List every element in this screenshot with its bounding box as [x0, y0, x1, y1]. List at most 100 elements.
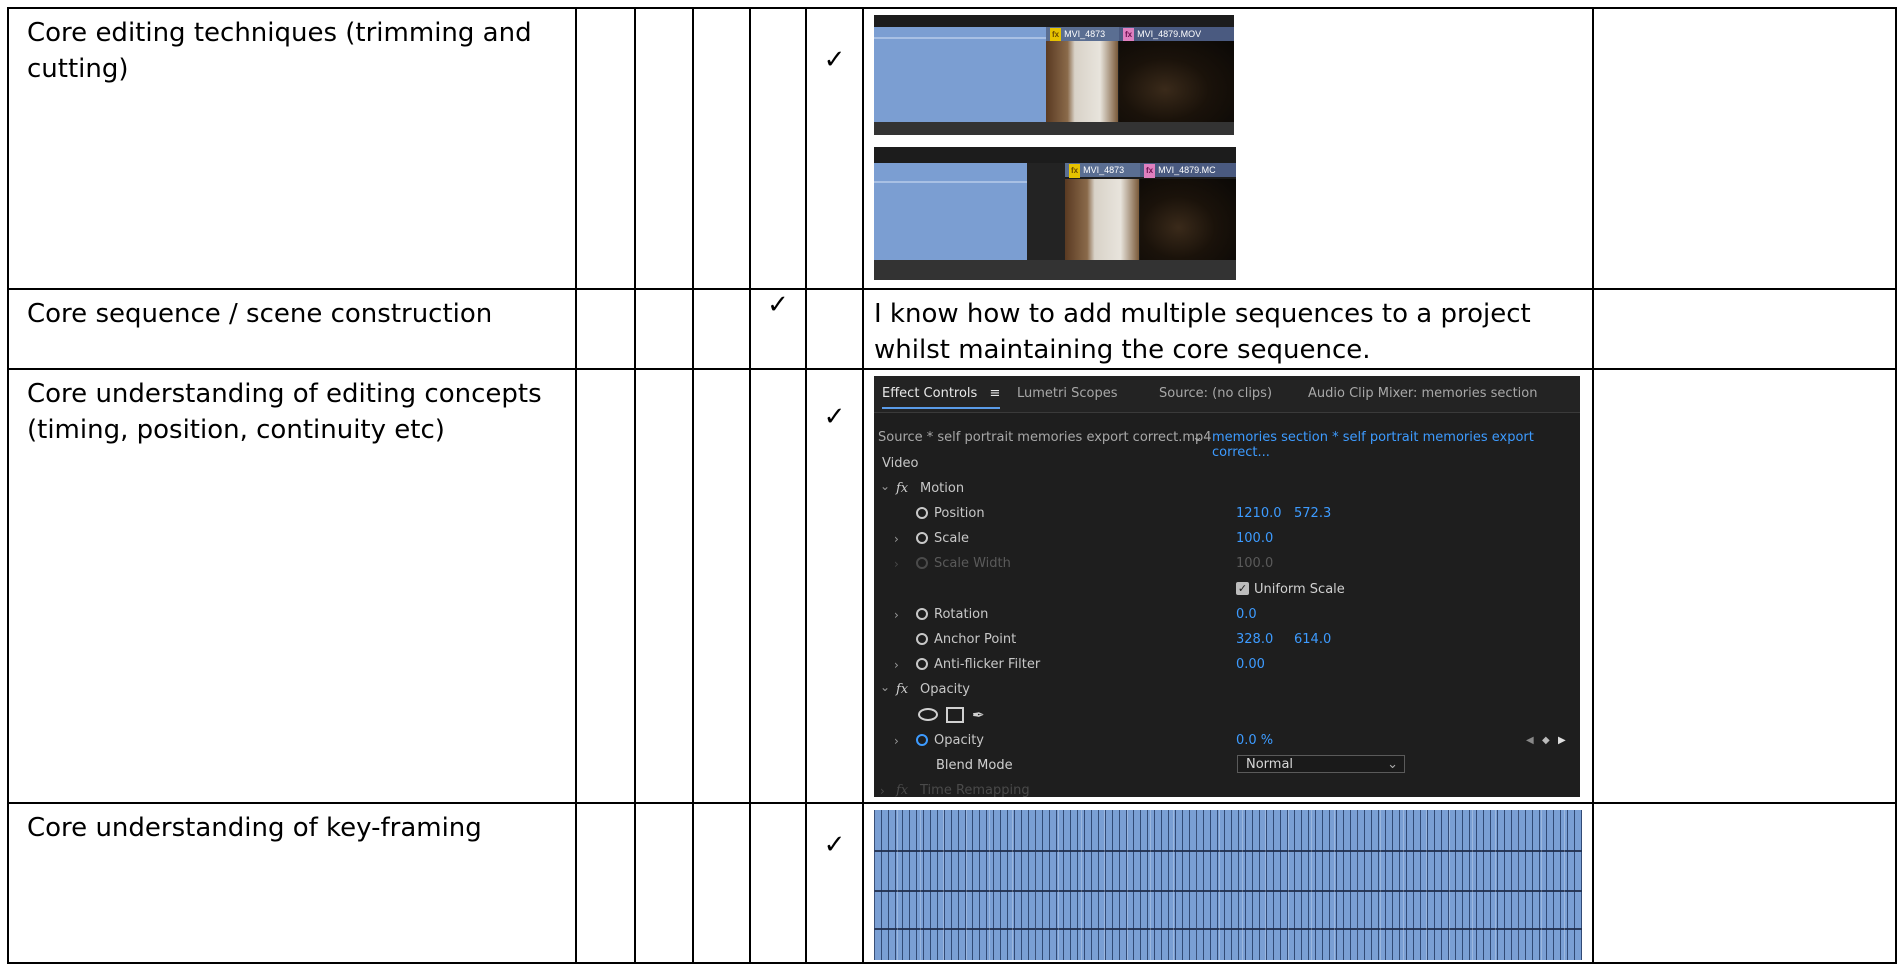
skills-table: Core editing techniques (trimming and cu… [7, 7, 1897, 964]
rating-cell [634, 802, 694, 964]
video-header: Video [882, 456, 919, 471]
tab-effect-controls[interactable]: Effect Controls ≡ [882, 386, 1001, 409]
anchor-x[interactable]: 328.0 [1236, 629, 1273, 651]
position-row[interactable]: Position 1210.0 572.3 [874, 503, 1580, 525]
timeline-track [874, 260, 1236, 280]
check-mark: ✓ [823, 45, 846, 75]
position-x[interactable]: 1210.0 [1236, 503, 1282, 525]
add-keyframe-icon[interactable]: ◆ [1542, 730, 1550, 752]
rotation-row[interactable]: › Rotation 0.0 [874, 604, 1580, 626]
uniform-scale-row[interactable]: ✓ Uniform Scale [874, 579, 1580, 601]
rating-cell [692, 368, 751, 804]
chevron-down-icon[interactable]: ⌄ [880, 475, 890, 497]
prev-keyframe-icon[interactable]: ◀ [1526, 730, 1534, 752]
evidence-cell: I know how to add multiple sequences to … [862, 288, 1594, 370]
timeline-empty [1027, 163, 1065, 260]
menu-icon[interactable]: ≡ [989, 386, 1000, 401]
chevron-right-icon[interactable]: › [894, 730, 899, 752]
scale-value[interactable]: 100.0 [1236, 528, 1273, 550]
scale-row[interactable]: › Scale 100.0 [874, 528, 1580, 550]
tab-source[interactable]: Source: (no clips) [1159, 386, 1272, 401]
chevron-right-icon[interactable]: › [894, 528, 899, 550]
rating-cell: ✓ [749, 288, 807, 370]
chevron-down-icon[interactable]: ⌄ [880, 676, 890, 698]
skill-label: Core editing techniques (trimming and cu… [27, 18, 532, 84]
anchor-y[interactable]: 614.0 [1294, 629, 1331, 651]
pen-mask-icon[interactable]: ✒ [972, 704, 985, 726]
effect-controls-panel: Effect Controls ≡ Lumetri Scopes Source:… [874, 376, 1580, 797]
position-y[interactable]: 572.3 [1294, 503, 1331, 525]
source-bar: Source * self portrait memories export c… [874, 430, 1580, 460]
table-row: Core understanding of editing concepts (… [7, 368, 1897, 804]
rating-cell [692, 802, 751, 964]
clip-thumbnail [1119, 41, 1234, 122]
clip-label: fx MVI_4873 [1065, 163, 1143, 178]
rating-cell [634, 368, 694, 804]
skill-cell: Core understanding of key-framing [7, 802, 577, 964]
next-keyframe-icon[interactable]: ▶ [1558, 730, 1566, 752]
opacity-row[interactable]: › Opacity 0.0 % ◀ ◆ ▶ [874, 730, 1580, 752]
chevron-right-icon[interactable]: › [894, 604, 899, 626]
clip-thumbnail [1140, 179, 1236, 260]
checkbox-checked-icon[interactable]: ✓ [1236, 582, 1249, 595]
rating-cell [749, 802, 807, 964]
stopwatch-icon[interactable] [916, 506, 928, 519]
rating-cell: ✓ [805, 368, 864, 804]
evidence-cell: fx MVI_4873 fx MVI_4879.MOV fx MVI_4873 fx M… [862, 7, 1594, 290]
chevron-right-icon[interactable]: › [880, 780, 885, 797]
rotation-value[interactable]: 0.0 [1236, 604, 1257, 626]
table-row: Core understanding of key-framing ✓ [7, 802, 1897, 964]
timeline-screenshot-2: fx MVI_4873 fx MVI_4879.MC [874, 147, 1236, 280]
chevron-right-icon[interactable]: › [894, 654, 899, 676]
panel-tabs: Effect Controls ≡ Lumetri Scopes Source:… [874, 376, 1580, 413]
evidence-text: I know how to add multiple sequences to … [874, 299, 1531, 365]
fx-badge-icon: fx [1123, 28, 1135, 42]
clip-thumbnail [1065, 179, 1139, 260]
rating-cell [749, 7, 807, 290]
rating-cell [575, 368, 636, 804]
rating-cell [749, 368, 807, 804]
opacity-section-row[interactable]: ⌄ fx Opacity [874, 679, 1580, 701]
clip-label: fx MVI_4879.MOV [1119, 27, 1234, 42]
blend-mode-row[interactable]: Blend Mode Normal ⌄ [874, 755, 1580, 777]
check-mark: ✓ [823, 402, 846, 432]
tab-audio-clip-mixer[interactable]: Audio Clip Mixer: memories section [1308, 386, 1537, 401]
rating-cell [692, 288, 751, 370]
blend-mode-select[interactable]: Normal ⌄ [1237, 755, 1405, 773]
clip-label: fx MVI_4879.MC [1140, 163, 1236, 178]
timeline-screenshot-1: fx MVI_4873 fx MVI_4879.MOV [874, 15, 1234, 135]
chevron-right-icon: › [894, 557, 899, 571]
fx-icon: fx [896, 783, 909, 797]
rating-cell [692, 7, 751, 290]
stopwatch-icon[interactable] [916, 607, 928, 620]
motion-row[interactable]: ⌄ fx Motion [874, 478, 1580, 500]
timeline-gap [874, 27, 1046, 122]
opacity-value[interactable]: 0.0 % [1236, 730, 1273, 752]
stopwatch-icon[interactable] [916, 531, 928, 544]
chevron-down-icon[interactable]: ⌄ [1192, 430, 1203, 445]
timeline-track [874, 122, 1234, 135]
stopwatch-icon[interactable] [916, 657, 928, 670]
table-row: Core editing techniques (trimming and cu… [7, 7, 1897, 290]
fx-icon: fx [896, 481, 909, 496]
rating-cell [575, 7, 636, 290]
check-mark: ✓ [823, 830, 846, 860]
ellipse-mask-icon[interactable] [918, 708, 938, 721]
rating-cell [575, 288, 636, 370]
antiflicker-value[interactable]: 0.00 [1236, 654, 1265, 676]
fx-icon: fx [896, 682, 909, 697]
notes-cell [1592, 368, 1897, 804]
timeline-gap [874, 163, 1027, 260]
antiflicker-row[interactable]: › Anti-flicker Filter 0.00 [874, 654, 1580, 676]
rectangle-mask-icon[interactable] [946, 707, 964, 723]
rating-cell [634, 288, 694, 370]
time-remapping-row[interactable]: › fx Time Remapping [874, 780, 1580, 797]
fx-badge-icon: fx [1069, 164, 1081, 178]
check-mark: ✓ [767, 290, 789, 320]
tab-lumetri-scopes[interactable]: Lumetri Scopes [1017, 386, 1117, 401]
anchor-point-row[interactable]: Anchor Point 328.0 614.0 [874, 629, 1580, 651]
stopwatch-icon[interactable] [916, 632, 928, 645]
stopwatch-active-icon[interactable] [916, 733, 928, 746]
rating-cell [805, 288, 864, 370]
mask-tools-row: ✒ [874, 704, 1580, 726]
